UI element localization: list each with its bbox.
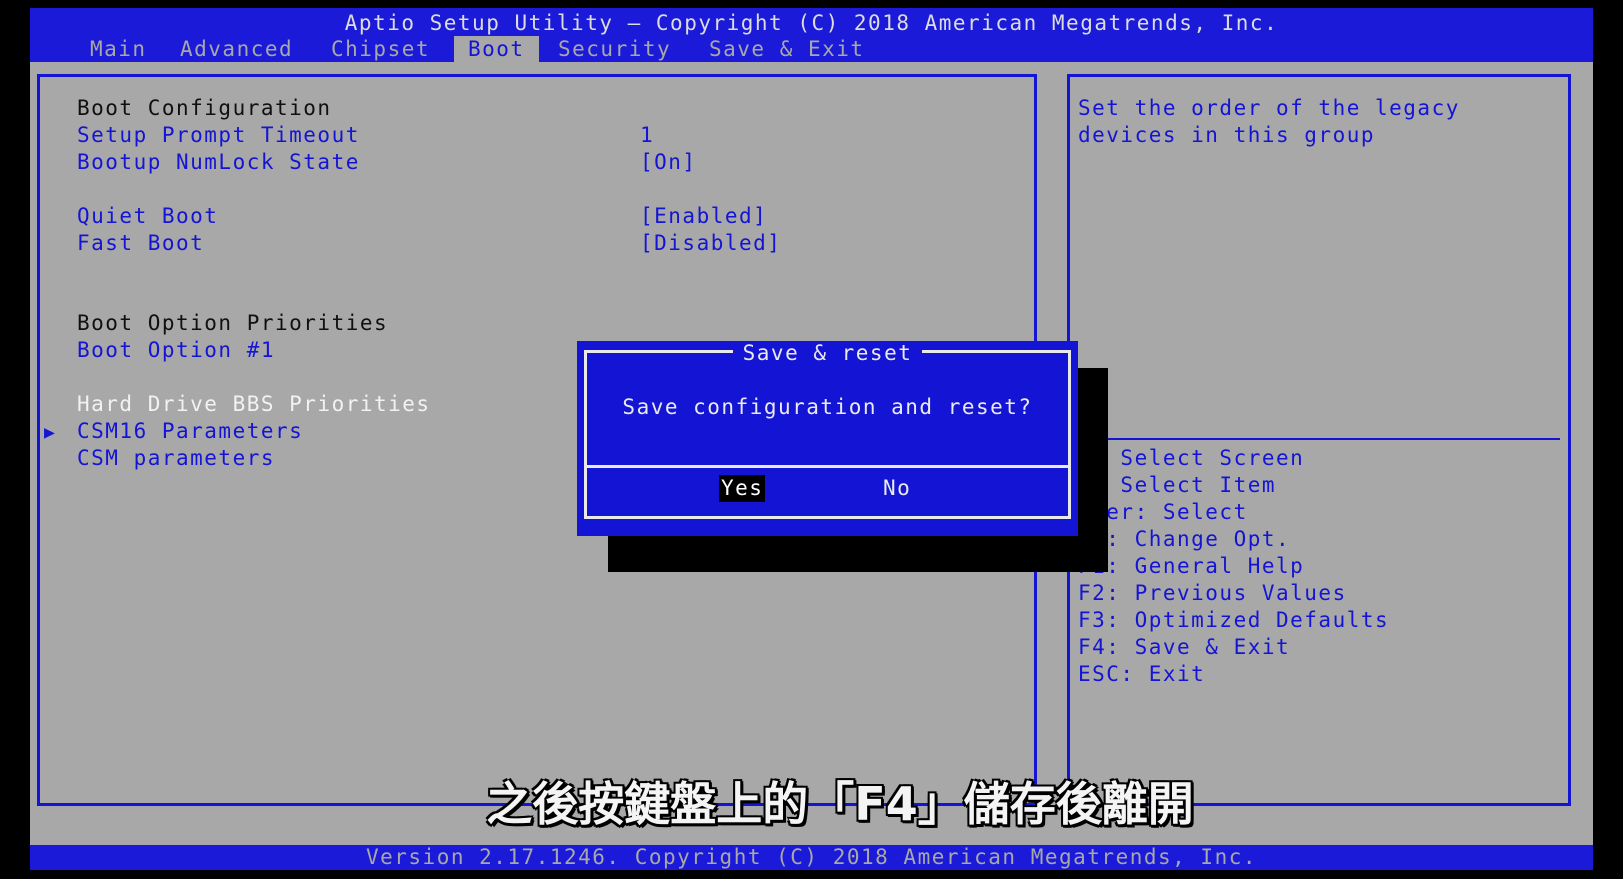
key-hint-esc-exit: ESC: Exit [1078,662,1206,686]
bootup-numlock-state-value[interactable]: [On] [640,149,697,176]
key-hint-f3-defaults: F3: Optimized Defaults [1078,608,1390,632]
bios-screen: Aptio Setup Utility – Copyright (C) 2018… [30,8,1593,870]
tab-advanced[interactable]: Advanced [166,36,307,63]
quiet-boot-item[interactable]: Quiet Boot [77,203,218,230]
title-bar: Aptio Setup Utility – Copyright (C) 2018… [30,8,1593,63]
window-title: Aptio Setup Utility – Copyright (C) 2018… [344,11,1279,35]
tab-boot[interactable]: Boot [454,36,539,63]
boot-option-1-item[interactable]: Boot Option #1 [77,337,275,364]
version-text: Version 2.17.1246. Copyright (C) 2018 Am… [365,845,1257,869]
help-panel [1067,74,1571,806]
csm16-parameters-item[interactable]: CSM16 Parameters [77,418,303,445]
fast-boot-item[interactable]: Fast Boot [77,230,204,257]
yes-button[interactable]: Yes [719,475,766,502]
key-hint-select-screen: ←: Select Screen [1078,446,1305,470]
save-reset-dialog: Save & reset Save configuration and rese… [577,341,1078,536]
help-description-line-2: devices in this group [1078,123,1376,147]
help-divider [1090,438,1560,440]
csm-parameters-item[interactable]: CSM parameters [77,445,275,472]
setup-prompt-timeout-value[interactable]: 1 [640,122,654,149]
dialog-title: Save & reset [577,340,1078,367]
bootup-numlock-state-item[interactable]: Bootup NumLock State [77,149,360,176]
boot-configuration-header: Boot Configuration [77,96,332,120]
key-hint-change-opt: /-: Change Opt. [1078,527,1291,551]
boot-option-priorities-header: Boot Option Priorities [77,311,389,335]
tab-main[interactable]: Main [76,36,161,63]
footer-bar: Version 2.17.1246. Copyright (C) 2018 Am… [30,845,1593,870]
dialog-message: Save configuration and reset? [622,395,1033,419]
video-subtitle: 之後按鍵盤上的「F4」儲存後離開 [486,777,1194,831]
key-hint-f1-help: F1: General Help [1078,554,1305,578]
setup-prompt-timeout-item[interactable]: Setup Prompt Timeout [77,122,360,149]
help-description-line-1: Set the order of the legacy [1078,96,1460,120]
dialog-divider [584,465,1071,468]
tab-save-exit[interactable]: Save & Exit [695,36,879,63]
no-button[interactable]: No [883,475,911,502]
dialog-frame [584,350,1071,519]
tab-chipset[interactable]: Chipset [317,36,444,63]
tab-security[interactable]: Security [544,36,685,63]
fast-boot-value[interactable]: [Disabled] [640,230,781,257]
key-hint-f2-previous: F2: Previous Values [1078,581,1347,605]
submenu-arrow-icon: ▶ [44,422,57,443]
hard-drive-bbs-priorities-item[interactable]: Hard Drive BBS Priorities [77,391,431,418]
quiet-boot-value[interactable]: [Enabled] [640,203,767,230]
key-hint-f4-save-exit: F4: Save & Exit [1078,635,1291,659]
